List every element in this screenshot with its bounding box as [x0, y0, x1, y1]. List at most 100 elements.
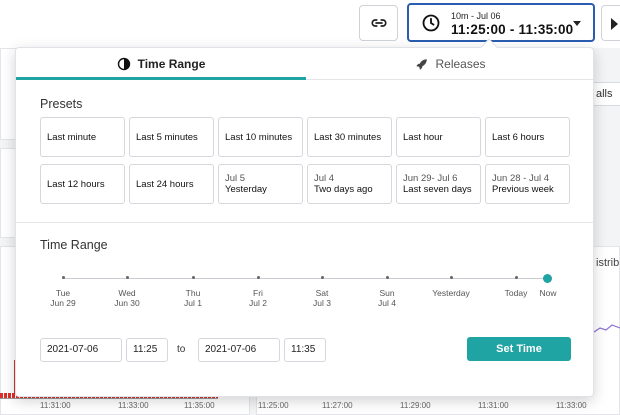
time-range-selector[interactable]: 10m - Jul 06 11:25:00 - 11:35:00: [407, 3, 595, 42]
axis-tick-label: 11:29:00: [400, 401, 431, 410]
preset-last-12-hours[interactable]: Last 12 hours: [40, 164, 125, 204]
preset-label: Last hour: [403, 131, 443, 143]
preset-label: Last 30 minutes: [314, 131, 382, 143]
preset-last-seven-days[interactable]: Jun 29- Jul 6 Last seven days: [396, 164, 481, 204]
timeline-date: Jun 30: [114, 298, 140, 308]
presets-section: Presets Last minute Last 5 minutes Last …: [16, 81, 593, 259]
axis-tick-label: 11:33:00: [118, 401, 149, 410]
background-tab-fragment[interactable]: alls: [590, 82, 620, 106]
timeline-tick[interactable]: [126, 276, 129, 279]
timeline-day: Fri: [253, 288, 263, 298]
preset-date: Jun 28 - Jul 4: [492, 173, 550, 184]
timeline-tick[interactable]: [192, 276, 195, 279]
preset-label: Last 6 hours: [492, 131, 545, 143]
timeline-tick[interactable]: [450, 276, 453, 279]
link-icon: [371, 19, 386, 27]
preset-yesterday[interactable]: Jul 5 Yesterday: [218, 164, 303, 204]
presets-grid: Last minute Last 5 minutes Last 10 minut…: [40, 117, 570, 204]
time-range-heading: Time Range: [40, 238, 108, 252]
axis-tick-label: 11:27:00: [322, 401, 353, 410]
from-time-input[interactable]: 11:25: [126, 338, 168, 362]
preset-last-5-minutes[interactable]: Last 5 minutes: [129, 117, 214, 157]
play-icon: [611, 18, 618, 30]
tab-label: Releases: [435, 57, 486, 71]
play-button[interactable]: [601, 5, 620, 41]
background-chart-title-fragment: istrib: [596, 257, 620, 269]
from-date-input[interactable]: 2021-07-06: [40, 338, 122, 362]
timeline-date: Jul 3: [313, 298, 331, 308]
timeline-label: Yesterday: [421, 288, 481, 298]
timeline-label: Sun Jul 4: [357, 288, 417, 308]
active-tab-indicator: [16, 77, 306, 80]
timeline-tick[interactable]: [321, 276, 324, 279]
to-label: to: [177, 344, 186, 355]
timeline-tick[interactable]: [386, 276, 389, 279]
preset-last-10-minutes[interactable]: Last 10 minutes: [218, 117, 303, 157]
preset-last-minute[interactable]: Last minute: [40, 117, 125, 157]
preset-label: Last minute: [47, 131, 97, 143]
timeline-date: Jul 4: [378, 298, 396, 308]
clock-icon: [422, 14, 440, 32]
series-line-fragment: [594, 324, 620, 333]
timeline-day: Wed: [118, 288, 136, 298]
timeline-date: Jul 2: [249, 298, 267, 308]
timeline-label: Tue Jun 29: [33, 288, 93, 308]
tab-label: Time Range: [137, 57, 206, 71]
copy-link-button[interactable]: [359, 5, 398, 41]
timeline-tick[interactable]: [257, 276, 260, 279]
timeline-label: Thu Jul 1: [163, 288, 223, 308]
timeline-day: Sat: [315, 288, 329, 298]
axis-tick-label: 11:33:00: [556, 401, 587, 410]
tab-time-range[interactable]: Time Range: [16, 48, 306, 80]
timeline-day: Yesterday: [432, 288, 470, 298]
time-range-popover: Time Range Releases Presets Last minute …: [15, 47, 594, 397]
timeline-label: Sat Jul 3: [292, 288, 352, 308]
preset-label: Last 24 hours: [136, 178, 194, 190]
preset-date: Jul 5: [225, 173, 246, 184]
timeline-date: Jun 29: [50, 298, 76, 308]
section-divider: [16, 222, 593, 223]
tab-releases[interactable]: Releases: [306, 48, 593, 80]
rocket-icon: [416, 58, 428, 70]
time-range-value: 11:25:00 - 11:35:00: [451, 22, 574, 37]
preset-two-days-ago[interactable]: Jul 4 Two days ago: [307, 164, 392, 204]
timeline-label: Wed Jun 30: [97, 288, 157, 308]
axis-tick-label: 11:35:00: [184, 401, 215, 410]
preset-date: Jul 4: [314, 173, 335, 184]
preset-label: Last seven days: [403, 184, 472, 195]
set-time-button[interactable]: Set Time: [467, 337, 571, 361]
preset-label: Last 5 minutes: [136, 131, 198, 143]
chart-baseline: [0, 398, 218, 399]
timeline-day: Sun: [379, 288, 395, 298]
half-moon-icon: [117, 57, 130, 71]
preset-last-hour[interactable]: Last hour: [396, 117, 481, 157]
timeline-track[interactable]: [62, 278, 548, 279]
preset-date: Jun 29- Jul 6: [403, 173, 458, 184]
to-time-input[interactable]: 11:35: [284, 338, 326, 362]
preset-label: Last 12 hours: [47, 178, 105, 190]
preset-last-24-hours[interactable]: Last 24 hours: [129, 164, 214, 204]
timeline-tick[interactable]: [62, 276, 65, 279]
preset-label: Previous week: [492, 184, 554, 195]
chevron-down-icon: [573, 21, 581, 26]
time-range-summary: 10m - Jul 06: [451, 11, 501, 21]
timeline-day: Tue: [55, 288, 71, 298]
timeline-tick[interactable]: [515, 276, 518, 279]
axis-tick-label: 11:25:00: [258, 401, 289, 410]
timeline-day: Thu: [185, 288, 201, 298]
preset-previous-week[interactable]: Jun 28 - Jul 4 Previous week: [485, 164, 570, 204]
timeline-label: Now: [518, 288, 578, 298]
timeline-label: Fri Jul 2: [228, 288, 288, 308]
axis-tick-label: 11:31:00: [40, 401, 71, 410]
popover-tabs: Time Range Releases: [16, 48, 593, 80]
timeline-day: Now: [539, 288, 557, 298]
timeline-date: Jul 1: [184, 298, 202, 308]
preset-last-6-hours[interactable]: Last 6 hours: [485, 117, 570, 157]
preset-label: Yesterday: [225, 184, 267, 195]
axis-tick-label: 11:31:00: [478, 401, 509, 410]
presets-heading: Presets: [40, 97, 83, 111]
timeline-handle-now[interactable]: [543, 274, 552, 283]
to-date-input[interactable]: 2021-07-06: [198, 338, 280, 362]
preset-label: Last 10 minutes: [225, 131, 293, 143]
preset-last-30-minutes[interactable]: Last 30 minutes: [307, 117, 392, 157]
